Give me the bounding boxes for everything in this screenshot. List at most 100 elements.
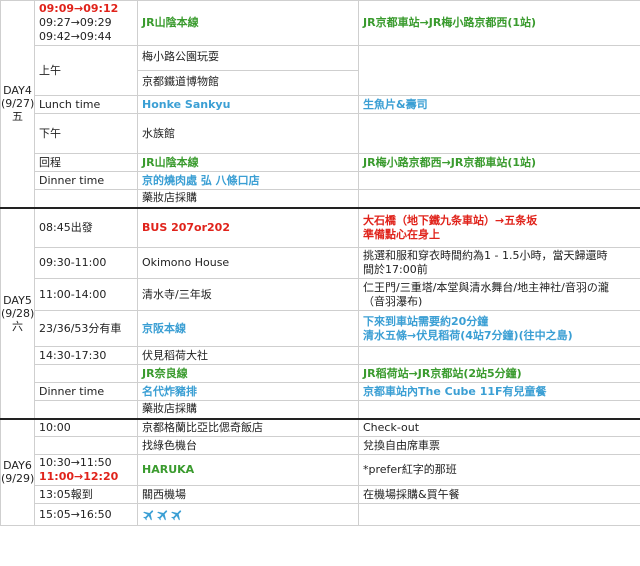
table-row: 10:30→11:50 11:00→12:20 HARUKA *prefer紅字的那班 bbox=[1, 454, 640, 486]
note-cell bbox=[358, 45, 640, 96]
note-cell: JR稻荷站→JR京都站(2站5分鐘) bbox=[358, 364, 640, 383]
time-cell: Dinner time bbox=[34, 171, 138, 190]
cell-text: 10:00 bbox=[39, 420, 71, 434]
cell-text: 間於17:00前 bbox=[363, 263, 428, 276]
note-cell: Check-out bbox=[358, 417, 640, 437]
cell-text: BUS 207or202 bbox=[142, 220, 230, 234]
day-label-line: (9/28) bbox=[1, 306, 35, 320]
place-cell: JR山陰本線 bbox=[137, 0, 359, 46]
cell-text: 11:00→12:20 bbox=[39, 470, 119, 483]
time-cell: 10:00 bbox=[34, 417, 138, 437]
day-label: DAY4 (9/27) 五 bbox=[0, 0, 35, 208]
time-cell: 11:00-14:00 bbox=[34, 278, 138, 311]
time-cell: 10:30→11:50 11:00→12:20 bbox=[34, 454, 138, 486]
day-label-line: DAY4 bbox=[3, 84, 32, 98]
cell-text: 下來到車站需要約20分鐘 bbox=[363, 314, 489, 328]
day-label-line: DAY5 bbox=[3, 293, 32, 307]
cell-text: 京阪本線 bbox=[142, 321, 186, 335]
cell-text: Lunch time bbox=[39, 97, 101, 111]
place-cell: 藥妝店採購 bbox=[137, 400, 359, 419]
table-row: Dinner time 名代炸豬排 京都車站內The Cube 11F有兒童餐 bbox=[1, 382, 640, 401]
place-cell: 找綠色機台 bbox=[137, 436, 359, 455]
cell-text: 仁王門/三重塔/本堂與清水舞台/地主神社/音羽の瀧 bbox=[363, 280, 609, 294]
cell-text: 準備點心在身上 bbox=[363, 227, 440, 241]
place-cell: HARUKA bbox=[137, 454, 359, 486]
cell-text: Dinner time bbox=[39, 173, 105, 187]
table-row: 14:30-17:30 伏見稻荷大社 bbox=[1, 346, 640, 365]
place-cell: JR奈良線 bbox=[137, 364, 359, 383]
cell-text: 藥妝店採購 bbox=[142, 191, 197, 205]
cell-text: 23/36/53分有車 bbox=[39, 321, 122, 335]
place-cell: Honke Sankyu bbox=[137, 95, 359, 114]
note-cell: 挑選和服和穿衣時間約為1 - 1.5小時，當天歸還時 間於17:00前 bbox=[358, 247, 640, 279]
cell-text: *prefer紅字的那班 bbox=[363, 463, 457, 476]
cell-text: Check-out bbox=[363, 420, 420, 434]
place-cell: 京的燒肉處 弘 八條口店 bbox=[137, 171, 359, 190]
cell-text: 藥妝店採購 bbox=[142, 402, 197, 416]
place-cell: Okimono House bbox=[137, 247, 359, 279]
cell-text: 名代炸豬排 bbox=[142, 384, 197, 398]
cell-text: Dinner time bbox=[39, 384, 105, 398]
cell-text: JR京都車站→JR梅小路京都西(1站) bbox=[363, 16, 537, 29]
place-cell bbox=[137, 503, 359, 526]
cell-text: 09:42→09:44 bbox=[39, 30, 112, 43]
time-cell: Lunch time bbox=[34, 95, 138, 114]
table-row: Lunch time Honke Sankyu 生魚片&壽司 bbox=[1, 95, 640, 114]
time-cell bbox=[34, 189, 138, 208]
cell-text: 大石橋（地下鐵九条車站）→五条坂 bbox=[363, 213, 538, 227]
cell-text: 15:05→16:50 bbox=[39, 507, 112, 521]
time-cell: 14:30-17:30 bbox=[34, 346, 138, 365]
table-row: JR奈良線 JR稻荷站→JR京都站(2站5分鐘) bbox=[1, 364, 640, 383]
day-label-line: DAY6 bbox=[3, 459, 32, 473]
cell-text: 關西機場 bbox=[142, 487, 186, 501]
table-row: 23/36/53分有車 京阪本線 下來到車站需要約20分鐘 清水五條→伏見稻荷(4站7… bbox=[1, 310, 640, 347]
time-cell: 23/36/53分有車 bbox=[34, 310, 138, 347]
cell-text: 09:27→09:29 bbox=[39, 16, 112, 29]
cell-text: JR稻荷站→JR京都站(2站5分鐘) bbox=[363, 366, 522, 380]
time-cell: 下午 bbox=[34, 113, 138, 154]
time-cell bbox=[34, 364, 138, 383]
cell-text: 找綠色機台 bbox=[142, 438, 197, 452]
table-row: 15:05→16:50 bbox=[1, 503, 640, 526]
time-cell: 15:05→16:50 bbox=[34, 503, 138, 526]
table-row: 找綠色機台 兌換自由席車票 bbox=[1, 436, 640, 455]
note-cell: JR梅小路京都西→JR京都車站(1站) bbox=[358, 153, 640, 172]
cell-text: Okimono House bbox=[142, 256, 230, 269]
cell-text: 10:30→11:50 bbox=[39, 456, 112, 469]
time-cell: 回程 bbox=[34, 153, 138, 172]
time-cell: 09:09→09:12 09:27→09:29 09:42→09:44 bbox=[34, 0, 138, 46]
day-label-line: (9/27) bbox=[1, 97, 35, 111]
place-subrow: 梅小路公園玩耍 bbox=[142, 50, 219, 63]
place-cell: 關西機場 bbox=[137, 485, 359, 504]
place-cell: 水族館 bbox=[137, 113, 359, 154]
table-row: 藥妝店採購 bbox=[1, 189, 640, 208]
note-cell: 在機場採購&買午餐 bbox=[358, 485, 640, 504]
note-cell: *prefer紅字的那班 bbox=[358, 454, 640, 486]
cell-text: JR梅小路京都西→JR京都車站(1站) bbox=[363, 155, 537, 169]
note-cell: 京都車站內The Cube 11F有兒童餐 bbox=[358, 382, 640, 401]
cell-text: 挑選和服和穿衣時間約為1 - 1.5小時，當天歸還時 bbox=[363, 249, 608, 262]
note-cell bbox=[358, 171, 640, 190]
place-cell: JR山陰本線 bbox=[137, 153, 359, 172]
cell-text: 京都格蘭比亞比偲奇飯店 bbox=[142, 420, 263, 434]
time-cell bbox=[34, 436, 138, 455]
day-label-line: 五 bbox=[12, 110, 23, 124]
cell-text: 在機場採購&買午餐 bbox=[363, 487, 460, 501]
place-cell: 伏見稻荷大社 bbox=[137, 346, 359, 365]
table-row: DAY6 (9/29) 10:00 京都格蘭比亞比偲奇飯店 Check-out bbox=[0, 417, 640, 526]
cell-text: 11:00-14:00 bbox=[39, 287, 107, 301]
place-subrow: 京都鐵道博物館 bbox=[138, 70, 358, 95]
day-label-line: (9/29) bbox=[1, 472, 35, 486]
cell-text: 08:45出發 bbox=[39, 220, 93, 234]
place-cell: 藥妝店採購 bbox=[137, 189, 359, 208]
table-row: 藥妝店採購 bbox=[1, 400, 640, 419]
cell-text: 生魚片&壽司 bbox=[363, 97, 428, 111]
place-cell: 梅小路公園玩耍京都鐵道博物館 bbox=[137, 45, 359, 96]
cell-text: Honke Sankyu bbox=[142, 97, 231, 111]
time-cell: 09:30-11:00 bbox=[34, 247, 138, 279]
note-cell bbox=[358, 503, 640, 526]
day-label-line: 六 bbox=[12, 319, 23, 333]
table-row: 13:05報到 關西機場 在機場採購&買午餐 bbox=[1, 485, 640, 504]
cell-text: 水族館 bbox=[142, 126, 175, 140]
time-cell: 08:45出發 bbox=[34, 206, 138, 248]
